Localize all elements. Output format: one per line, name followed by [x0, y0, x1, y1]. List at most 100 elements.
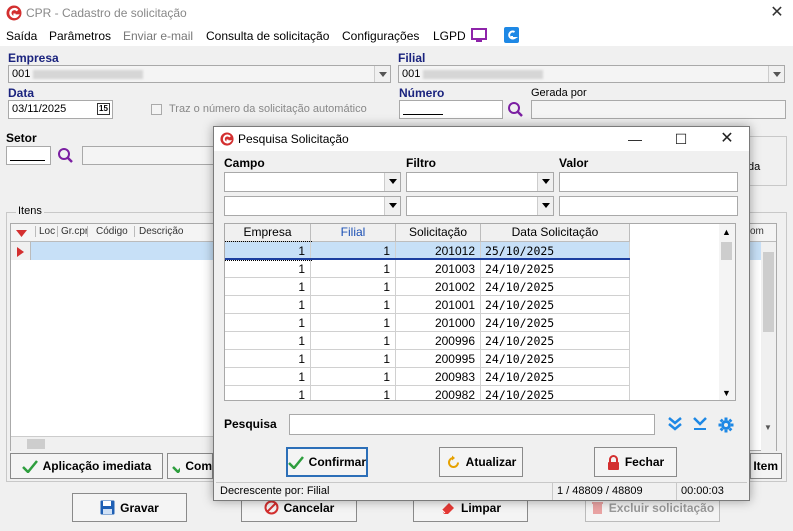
- cell-data-solicitacao: 24/10/2025: [481, 314, 630, 332]
- confirmar-button[interactable]: Confirmar: [286, 447, 368, 477]
- chevron-down-icon[interactable]: [384, 173, 400, 191]
- data-input[interactable]: 03/11/2025 15: [8, 100, 113, 119]
- empresa-name-redacted: [33, 69, 144, 79]
- grid-menu-icon[interactable]: [16, 229, 27, 240]
- grid-col-descricao[interactable]: Descrição: [134, 226, 183, 237]
- itens-grid-row-selected[interactable]: [11, 242, 215, 260]
- itens-grid[interactable]: Loc Gr.cpr Código Descrição: [10, 223, 215, 451]
- filtro-select-2[interactable]: [406, 196, 554, 216]
- auto-number-label: Traz o número da solicitação automático: [169, 103, 367, 115]
- itens-grid-right-part[interactable]: om ▼: [750, 223, 777, 452]
- auto-number-checkbox[interactable]: [151, 104, 162, 115]
- valor-input-2[interactable]: [559, 196, 738, 216]
- search-icon[interactable]: [507, 101, 524, 121]
- cell-data-solicitacao: 24/10/2025: [481, 278, 630, 296]
- empresa-select[interactable]: 001: [8, 65, 391, 83]
- setor-underline: [10, 160, 45, 161]
- menu-enviar-email[interactable]: Enviar e-mail: [123, 29, 193, 43]
- save-icon: [100, 500, 115, 515]
- chevron-down-icon[interactable]: [384, 197, 400, 215]
- pesquisa-label: Pesquisa: [224, 417, 277, 431]
- monitor-icon[interactable]: [471, 28, 487, 46]
- setor-description-field: [82, 146, 217, 165]
- aplicacao-imediata-label: Aplicação imediata: [42, 459, 152, 473]
- hscroll-thumb[interactable]: [27, 439, 45, 449]
- gravar-button[interactable]: Gravar: [72, 493, 187, 522]
- results-grid[interactable]: Empresa Filial Solicitação Data Solicita…: [224, 223, 736, 401]
- col-solicitacao[interactable]: Solicitação: [396, 224, 481, 242]
- menu-configuracoes[interactable]: Configurações: [342, 29, 419, 43]
- trash-icon: [591, 502, 603, 514]
- filial-select[interactable]: 001: [398, 65, 785, 83]
- chevron-down-icon[interactable]: [768, 66, 784, 82]
- refresh-icon: [447, 455, 459, 468]
- excluir-label: Excluir solicitação: [608, 500, 715, 515]
- filtro-select-1[interactable]: [406, 172, 554, 192]
- results-vscroll-thumb[interactable]: [721, 242, 732, 260]
- check-icon: [21, 459, 38, 473]
- check-icon: [288, 455, 304, 469]
- dialog-title: Pesquisa Solicitação: [238, 132, 349, 146]
- expand-to-end-icon[interactable]: [692, 417, 708, 435]
- scroll-down-icon[interactable]: ▼: [722, 388, 731, 398]
- itens-grid-hscroll[interactable]: [11, 436, 215, 451]
- setor-input[interactable]: [6, 146, 51, 165]
- chevron-down-icon[interactable]: [537, 197, 553, 215]
- atualizar-label: Atualizar: [465, 455, 517, 469]
- campo-select-1[interactable]: [224, 172, 401, 192]
- gravar-label: Gravar: [120, 500, 159, 515]
- cell-data-solicitacao: 24/10/2025: [481, 260, 630, 278]
- dialog-app-icon: [220, 132, 234, 149]
- numero-input[interactable]: [399, 100, 503, 119]
- grid-col-loc[interactable]: Loc: [35, 226, 55, 237]
- empresa-label: Empresa: [8, 51, 59, 65]
- cell-filial: 1: [311, 332, 396, 350]
- maximize-button[interactable]: ☐: [666, 129, 696, 149]
- expand-all-icon[interactable]: [667, 417, 683, 434]
- cell-empresa: 1: [225, 332, 311, 350]
- dialog-close-button[interactable]: ✕: [712, 129, 742, 149]
- window-close-button[interactable]: ✕: [766, 3, 788, 23]
- gerada-por-label: Gerada por: [531, 87, 587, 99]
- app-shortcut-icon[interactable]: [504, 27, 519, 46]
- itens-grid-vscroll[interactable]: ▼: [761, 242, 776, 452]
- data-value: 03/11/2025: [12, 103, 67, 115]
- scroll-down-icon[interactable]: ▼: [764, 423, 772, 432]
- col-empresa[interactable]: Empresa: [225, 224, 311, 242]
- com-button[interactable]: Com: [167, 453, 213, 479]
- results-vscroll[interactable]: ▲ ▼: [719, 224, 735, 400]
- cell-data-solicitacao: 24/10/2025: [481, 332, 630, 350]
- itens-grid-row-selected-right: [750, 242, 761, 260]
- gerada-por-field: [531, 100, 786, 119]
- vscroll-thumb[interactable]: [763, 252, 774, 332]
- calendar-icon[interactable]: 15: [97, 103, 110, 115]
- itens-grid-header-right: om: [750, 224, 776, 242]
- menu-consulta-solicitacao[interactable]: Consulta de solicitação: [206, 29, 329, 43]
- aplicacao-imediata-button[interactable]: Aplicação imediata: [10, 453, 163, 479]
- grid-col-grcpr[interactable]: Gr.cpr: [57, 226, 88, 237]
- cell-filial: 1: [311, 278, 396, 296]
- scroll-up-icon[interactable]: ▲: [722, 227, 731, 237]
- gear-icon[interactable]: [718, 417, 734, 436]
- col-filial[interactable]: Filial: [311, 224, 396, 242]
- fechar-button[interactable]: Fechar: [594, 447, 677, 477]
- minimize-button[interactable]: —: [620, 129, 650, 149]
- pesquisa-input[interactable]: [289, 414, 655, 435]
- col-data-solicitacao[interactable]: Data Solicitação: [481, 224, 630, 242]
- cell-data-solicitacao: 24/10/2025: [481, 386, 630, 400]
- menu-parametros[interactable]: Parâmetros: [49, 29, 111, 43]
- cell-solicitacao: 200983: [396, 368, 481, 386]
- limpar-label: Limpar: [460, 500, 501, 515]
- search-icon[interactable]: [57, 147, 74, 167]
- menu-lgpd[interactable]: LGPD: [433, 29, 466, 43]
- grid-col-codigo[interactable]: Código: [87, 226, 128, 237]
- cell-solicitacao: 201002: [396, 278, 481, 296]
- cell-solicitacao: 200995: [396, 350, 481, 368]
- valor-input-1[interactable]: [559, 172, 738, 192]
- atualizar-button[interactable]: Atualizar: [439, 447, 523, 477]
- menu-saida[interactable]: Saída: [6, 29, 37, 43]
- chevron-down-icon[interactable]: [537, 173, 553, 191]
- chevron-down-icon[interactable]: [374, 66, 390, 82]
- item-button[interactable]: Item: [750, 453, 782, 479]
- campo-select-2[interactable]: [224, 196, 401, 216]
